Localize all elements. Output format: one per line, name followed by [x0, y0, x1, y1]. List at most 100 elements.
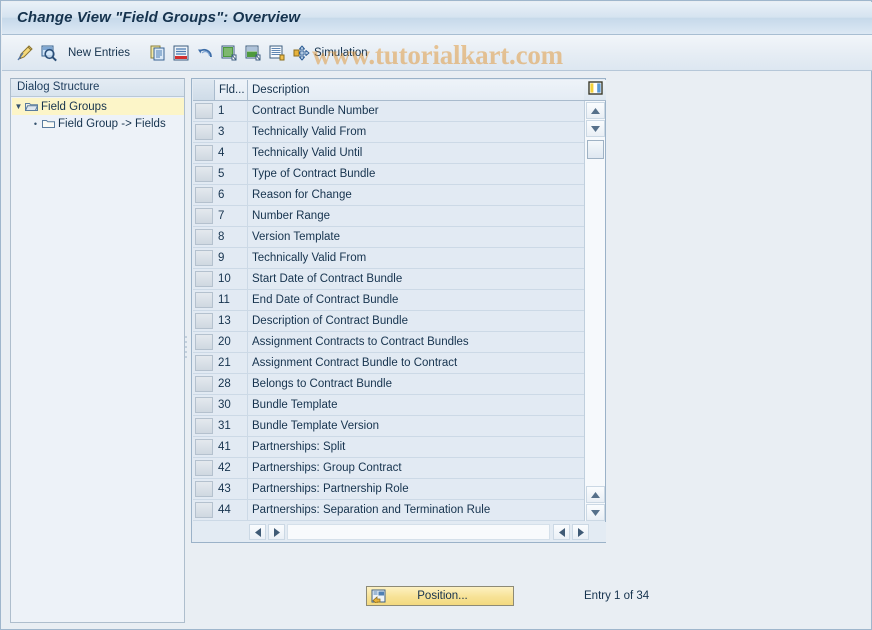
scroll-right-button[interactable]	[268, 524, 285, 540]
row-select-button[interactable]	[195, 208, 213, 224]
panel-splitter[interactable]	[183, 336, 189, 360]
expander-collapse-icon[interactable]: ▼	[12, 102, 25, 111]
cell-fld[interactable]: 5	[215, 164, 248, 184]
row-select-button[interactable]	[195, 229, 213, 245]
table-row[interactable]: 6 Reason for Change	[193, 185, 584, 206]
table-row[interactable]: 1 Contract Bundle Number	[193, 101, 584, 122]
cell-description[interactable]: Start Date of Contract Bundle	[248, 269, 583, 289]
row-select-button[interactable]	[195, 355, 213, 371]
table-row[interactable]: 30 Bundle Template	[193, 395, 584, 416]
cell-fld[interactable]: 8	[215, 227, 248, 247]
cell-fld[interactable]: 42	[215, 458, 248, 478]
cell-description[interactable]: Version Template	[248, 227, 583, 247]
cell-fld[interactable]: 13	[215, 311, 248, 331]
cell-description[interactable]: Partnerships: Split	[248, 437, 583, 457]
table-settings-button[interactable]	[584, 80, 606, 101]
table-row[interactable]: 44 Partnerships: Separation and Terminati…	[193, 500, 584, 521]
scroll-page-left-button[interactable]	[553, 524, 570, 540]
row-select-button[interactable]	[195, 439, 213, 455]
table-row[interactable]: 10 Start Date of Contract Bundle	[193, 269, 584, 290]
cell-fld[interactable]: 43	[215, 479, 248, 499]
table-vertical-scrollbar[interactable]	[584, 101, 605, 521]
sidebar-item-field-groups[interactable]: ▼ Field Groups	[12, 98, 184, 115]
cell-description[interactable]: Belongs to Contract Bundle	[248, 374, 583, 394]
cell-description[interactable]: Type of Contract Bundle	[248, 164, 583, 184]
cell-description[interactable]: Technically Valid From	[248, 248, 583, 268]
table-row[interactable]: 3 Technically Valid From	[193, 122, 584, 143]
scroll-down-button[interactable]	[586, 120, 605, 137]
row-select-button[interactable]	[195, 292, 213, 308]
horizontal-scroll-track[interactable]	[287, 524, 550, 540]
cell-description[interactable]: Bundle Template Version	[248, 416, 583, 436]
table-row[interactable]: 11 End Date of Contract Bundle	[193, 290, 584, 311]
table-horizontal-scrollbar[interactable]	[193, 522, 606, 542]
row-select-button[interactable]	[195, 313, 213, 329]
scroll-page-down-button[interactable]	[586, 504, 605, 521]
cell-fld[interactable]: 6	[215, 185, 248, 205]
undo-button[interactable]	[196, 41, 214, 65]
cell-fld[interactable]: 4	[215, 143, 248, 163]
cell-description[interactable]: Partnerships: Group Contract	[248, 458, 583, 478]
table-row[interactable]: 7 Number Range	[193, 206, 584, 227]
select-all-button[interactable]	[220, 41, 238, 65]
column-header-description[interactable]: Description	[248, 80, 586, 101]
row-select-button[interactable]	[195, 418, 213, 434]
cell-fld[interactable]: 7	[215, 206, 248, 226]
scroll-page-right-button[interactable]	[572, 524, 589, 540]
row-select-button[interactable]	[195, 334, 213, 350]
table-row[interactable]: 43 Partnerships: Partnership Role	[193, 479, 584, 500]
row-select-button[interactable]	[195, 166, 213, 182]
cell-description[interactable]: Assignment Contract Bundle to Contract	[248, 353, 583, 373]
column-header-select[interactable]	[193, 80, 215, 101]
cell-description[interactable]: Technically Valid From	[248, 122, 583, 142]
cell-description[interactable]: Number Range	[248, 206, 583, 226]
cell-fld[interactable]: 44	[215, 500, 248, 520]
cell-description[interactable]: Assignment Contracts to Contract Bundles	[248, 332, 583, 352]
column-header-fld[interactable]: Fld...	[215, 80, 248, 101]
cell-fld[interactable]: 10	[215, 269, 248, 289]
cell-fld[interactable]: 3	[215, 122, 248, 142]
table-row[interactable]: 42 Partnerships: Group Contract	[193, 458, 584, 479]
simulation-button[interactable]: Simulation	[293, 41, 368, 65]
cell-description[interactable]: Contract Bundle Number	[248, 101, 583, 121]
table-row[interactable]: 9 Technically Valid From	[193, 248, 584, 269]
scrollbar-thumb[interactable]	[587, 140, 604, 159]
table-row[interactable]: 4 Technically Valid Until	[193, 143, 584, 164]
row-select-button[interactable]	[195, 187, 213, 203]
cell-description[interactable]: Technically Valid Until	[248, 143, 583, 163]
cell-fld[interactable]: 31	[215, 416, 248, 436]
cell-fld[interactable]: 1	[215, 101, 248, 121]
copy-as-button[interactable]	[149, 41, 167, 65]
scroll-page-up-button[interactable]	[586, 486, 605, 503]
cell-fld[interactable]: 20	[215, 332, 248, 352]
table-row[interactable]: 28 Belongs to Contract Bundle	[193, 374, 584, 395]
details-button[interactable]	[40, 41, 58, 65]
table-row[interactable]: 20 Assignment Contracts to Contract Bundl…	[193, 332, 584, 353]
cell-description[interactable]: Partnerships: Partnership Role	[248, 479, 583, 499]
table-row[interactable]: 41 Partnerships: Split	[193, 437, 584, 458]
table-row[interactable]: 8 Version Template	[193, 227, 584, 248]
row-select-button[interactable]	[195, 502, 213, 518]
table-row[interactable]: 5 Type of Contract Bundle	[193, 164, 584, 185]
new-entries-button[interactable]: New Entries	[68, 41, 130, 65]
cell-description[interactable]: Partnerships: Separation and Termination…	[248, 500, 583, 520]
cell-fld[interactable]: 11	[215, 290, 248, 310]
row-select-button[interactable]	[195, 481, 213, 497]
cell-description[interactable]: Description of Contract Bundle	[248, 311, 583, 331]
deselect-all-button[interactable]	[268, 41, 286, 65]
row-select-button[interactable]	[195, 145, 213, 161]
cell-description[interactable]: Bundle Template	[248, 395, 583, 415]
table-row[interactable]: 13 Description of Contract Bundle	[193, 311, 584, 332]
cell-fld[interactable]: 21	[215, 353, 248, 373]
scroll-left-button[interactable]	[249, 524, 266, 540]
cell-fld[interactable]: 41	[215, 437, 248, 457]
table-row[interactable]: 31 Bundle Template Version	[193, 416, 584, 437]
select-block-button[interactable]	[244, 41, 262, 65]
row-select-button[interactable]	[195, 376, 213, 392]
cell-fld[interactable]: 28	[215, 374, 248, 394]
row-select-button[interactable]	[195, 250, 213, 266]
row-select-button[interactable]	[195, 271, 213, 287]
scroll-up-button[interactable]	[586, 102, 605, 119]
delete-row-button[interactable]	[172, 41, 190, 65]
position-button[interactable]: Position...	[366, 586, 514, 606]
